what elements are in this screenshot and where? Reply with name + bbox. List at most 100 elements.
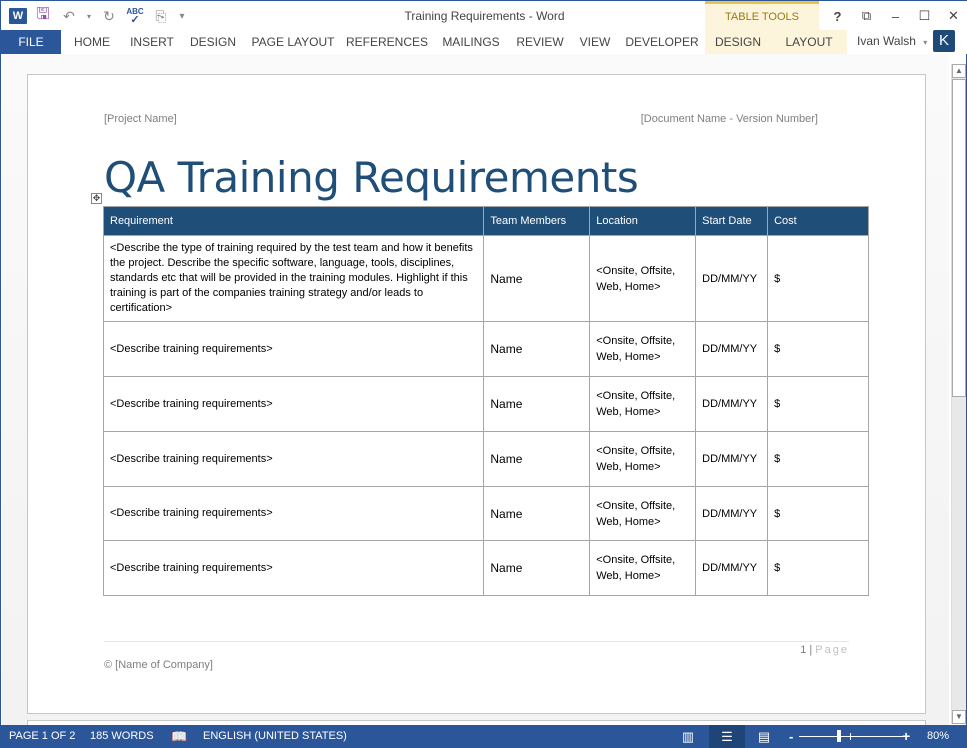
title-bar: W 🖫 ↶ ▾ ↻ ABC ✓ ⎘ ▾ Training Requirements… — [1, 0, 967, 31]
cell-start-date[interactable]: DD/MM/YY — [695, 235, 769, 322]
location-line-1: <Onsite, Offsite, — [596, 335, 676, 347]
avatar[interactable]: K — [933, 30, 955, 52]
zoom-slider-thumb[interactable] — [837, 730, 841, 742]
cell-team-members[interactable]: Name — [483, 235, 591, 322]
column-header-cost[interactable]: Cost — [767, 206, 869, 236]
vertical-scrollbar[interactable]: ▲ ▼ — [951, 64, 966, 724]
header-project-name[interactable]: [Project Name] — [104, 113, 177, 125]
cell-team-members[interactable]: Name — [483, 376, 591, 432]
location-line-2: Web, Home> — [596, 570, 661, 582]
cell-location[interactable]: <Onsite, Offsite, Web, Home> — [589, 540, 697, 596]
header-document-name[interactable]: [Document Name - Version Number] — [641, 113, 818, 125]
cell-team-members[interactable]: Name — [483, 486, 591, 541]
tab-table-layout[interactable]: LAYOUT — [771, 30, 847, 54]
tab-references[interactable]: REFERENCES — [341, 30, 433, 54]
cell-location[interactable]: <Onsite, Offsite, Web, Home> — [589, 431, 697, 487]
footer-company[interactable]: © [Name of Company] — [104, 659, 213, 671]
location-line-2: Web, Home> — [596, 461, 661, 473]
tab-mailings[interactable]: MAILINGS — [433, 30, 509, 54]
document-page[interactable]: [Project Name] [Document Name - Version … — [27, 74, 926, 714]
tab-developer[interactable]: DEVELOPER — [619, 30, 705, 54]
zoom-out-button[interactable]: - — [789, 725, 793, 748]
word-count-status[interactable]: 185 WORDS — [90, 725, 154, 748]
table-row: <Describe training requirements> Name <O… — [102, 321, 869, 377]
location-line-2: Web, Home> — [596, 406, 661, 418]
zoom-in-button[interactable]: + — [902, 725, 910, 748]
cell-requirement[interactable]: <Describe training requirements> — [102, 321, 485, 377]
table-row: <Describe the type of training required … — [102, 235, 869, 322]
tab-home[interactable]: HOME — [61, 30, 123, 54]
page-number-separator: | — [809, 644, 813, 656]
footer-page-number[interactable]: 1 | Page — [800, 644, 849, 656]
cell-team-members[interactable]: Name — [483, 431, 591, 487]
tab-insert[interactable]: INSERT — [123, 30, 181, 54]
zoom-slider-100-tick — [850, 733, 851, 740]
cell-requirement[interactable]: <Describe the type of training required … — [102, 235, 485, 322]
cell-requirement[interactable]: <Describe training requirements> — [102, 431, 485, 487]
training-requirements-table: Requirement Team Members Location Start … — [102, 206, 869, 596]
cell-cost[interactable]: $ — [767, 431, 869, 487]
web-layout-icon[interactable]: ▤ — [753, 725, 775, 748]
close-button[interactable]: ✕ — [939, 8, 967, 24]
ribbon-display-options-button[interactable]: ⧉ — [852, 8, 881, 24]
tab-page-layout[interactable]: PAGE LAYOUT — [245, 30, 341, 54]
table-header-row: Requirement Team Members Location Start … — [102, 206, 869, 236]
tab-file[interactable]: FILE — [1, 30, 61, 54]
cell-start-date[interactable]: DD/MM/YY — [695, 486, 769, 541]
location-line-1: <Onsite, Offsite, — [596, 499, 676, 512]
location-line-2: Web, Home> — [596, 515, 661, 528]
maximize-button[interactable]: ☐ — [910, 8, 939, 24]
tab-view[interactable]: VIEW — [571, 30, 619, 54]
cell-requirement[interactable]: <Describe training requirements> — [102, 376, 485, 432]
print-layout-icon[interactable]: ☰ — [709, 725, 745, 748]
table-move-handle-icon[interactable]: ✥ — [91, 193, 102, 204]
table-tools-context-header: TABLE TOOLS — [705, 1, 819, 31]
cell-start-date[interactable]: DD/MM/YY — [695, 540, 769, 596]
column-header-location[interactable]: Location — [589, 206, 697, 236]
page-label: Page — [815, 644, 849, 656]
cell-location[interactable]: <Onsite, Offsite, Web, Home> — [589, 486, 697, 541]
column-header-start-date[interactable]: Start Date — [695, 206, 769, 236]
cell-cost[interactable]: $ — [767, 540, 869, 596]
user-account-menu[interactable]: Ivan Walsh ▾ — [857, 30, 927, 54]
location-line-1: <Onsite, Offsite, — [596, 554, 676, 566]
cell-team-members[interactable]: Name — [483, 540, 591, 596]
document-title[interactable]: QA Training Requirements — [104, 153, 639, 202]
cell-requirement[interactable]: <Describe training requirements> — [102, 486, 485, 541]
language-status[interactable]: ENGLISH (UNITED STATES) — [203, 725, 347, 748]
tab-design[interactable]: DESIGN — [181, 30, 245, 54]
table-row: <Describe training requirements> Name <O… — [102, 376, 869, 432]
minimize-button[interactable]: – — [881, 9, 910, 24]
cell-cost[interactable]: $ — [767, 235, 869, 322]
location-line-1: <Onsite, Offsite, — [596, 390, 676, 402]
scroll-down-button[interactable]: ▼ — [952, 710, 966, 724]
cell-start-date[interactable]: DD/MM/YY — [695, 431, 769, 487]
location-line-2: Web, Home> — [596, 351, 661, 363]
cell-team-members[interactable]: Name — [483, 321, 591, 377]
ribbon-tabs: FILE HOME INSERT DESIGN PAGE LAYOUT REFE… — [1, 30, 967, 54]
location-line-1: <Onsite, Offsite, — [596, 445, 676, 457]
scroll-up-button[interactable]: ▲ — [952, 64, 966, 78]
user-name: Ivan Walsh — [857, 34, 916, 48]
cell-start-date[interactable]: DD/MM/YY — [695, 321, 769, 377]
zoom-level[interactable]: 80% — [927, 725, 949, 748]
cell-start-date[interactable]: DD/MM/YY — [695, 376, 769, 432]
page-count-status[interactable]: PAGE 1 OF 2 — [9, 725, 75, 748]
cell-cost[interactable]: $ — [767, 321, 869, 377]
cell-cost[interactable]: $ — [767, 376, 869, 432]
column-header-requirement[interactable]: Requirement — [102, 206, 485, 236]
cell-cost[interactable]: $ — [767, 486, 869, 541]
cell-location[interactable]: <Onsite, Offsite, Web, Home> — [589, 376, 697, 432]
zoom-slider-track[interactable] — [799, 736, 903, 737]
help-button[interactable]: ? — [823, 9, 852, 24]
column-header-team-members[interactable]: Team Members — [483, 206, 591, 236]
cell-location[interactable]: <Onsite, Offsite, Web, Home> — [589, 321, 697, 377]
read-mode-icon[interactable]: ▥ — [677, 725, 699, 748]
tab-table-design[interactable]: DESIGN — [705, 30, 771, 54]
cell-requirement[interactable]: <Describe training requirements> — [102, 540, 485, 596]
tab-review[interactable]: REVIEW — [509, 30, 571, 54]
proofing-icon[interactable]: 📖 — [171, 725, 187, 748]
status-bar: PAGE 1 OF 2 185 WORDS 📖 ENGLISH (UNITED … — [1, 725, 967, 748]
cell-location[interactable]: <Onsite, Offsite, Web, Home> — [589, 235, 697, 322]
scrollbar-thumb[interactable] — [952, 79, 966, 397]
